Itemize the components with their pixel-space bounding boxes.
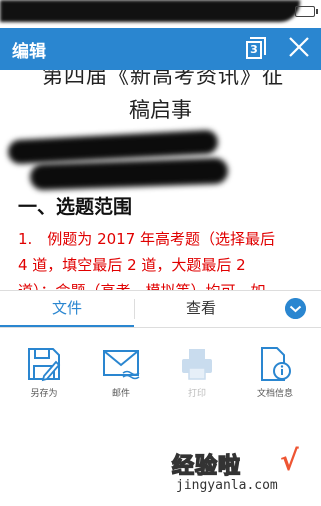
save-as-button[interactable]: 另存为 [14, 346, 74, 399]
doc-title-line2: 稿启事 [129, 98, 192, 122]
mail-button[interactable]: 邮件 [91, 346, 151, 399]
tabs-count-icon[interactable]: 3 [246, 37, 266, 59]
close-icon[interactable] [286, 34, 312, 60]
doc-info-label: 文档信息 [256, 389, 293, 399]
tab-file[interactable]: 文件 [0, 291, 134, 327]
print-button[interactable]: 打印 [167, 346, 227, 399]
battery-icon [295, 6, 318, 17]
tab-count: 3 [250, 43, 258, 56]
edit-button[interactable]: 编辑 [12, 37, 46, 62]
watermark-url: jingyanla.com [176, 478, 278, 493]
printer-icon [182, 349, 212, 380]
mail-icon [103, 350, 140, 380]
document-view[interactable]: 第四届《新高考资讯》征 稿启事 一、选题范围 1. 例题为 2017 年高考题（… [0, 70, 321, 290]
section-heading: 一、选题范围 [18, 196, 133, 218]
top-toolbar: 编辑 3 [0, 28, 321, 70]
watermark-text: 经验啦 [171, 453, 242, 480]
doc-info-icon [261, 347, 291, 381]
red-text-line: 1. 例题为 2017 年高考题（选择最后 [18, 230, 276, 248]
print-label: 打印 [187, 389, 206, 399]
redacted-status-area [0, 0, 300, 22]
mail-label: 邮件 [111, 389, 130, 399]
doc-title-line1: 第四届《新高考资讯》征 [42, 70, 284, 88]
status-bar [0, 0, 321, 28]
chevron-down-icon[interactable] [285, 298, 306, 319]
check-icon: √ [280, 444, 299, 477]
save-as-label: 另存为 [30, 389, 58, 399]
panel-tabs: 文件 查看 [0, 291, 321, 328]
watermark: 经验啦 √ jingyanla.com [171, 444, 317, 502]
tab-view[interactable]: 查看 [134, 291, 268, 327]
red-text-line: 道）；命题（高考、模拟等）均可，如 [18, 280, 266, 290]
doc-info-button[interactable]: 文档信息 [245, 346, 305, 399]
redacted-text-2 [29, 157, 229, 191]
floppy-save-icon [28, 348, 61, 382]
red-text-line: 4 道，填空最后 2 道，大题最后 2 [18, 256, 246, 274]
